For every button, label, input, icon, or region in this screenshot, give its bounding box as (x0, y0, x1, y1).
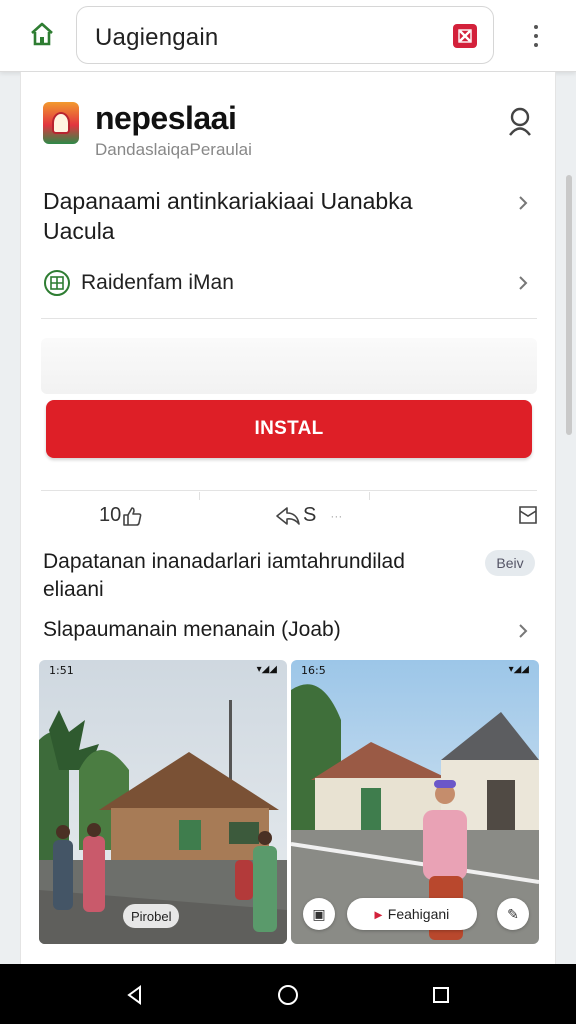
village-house-image (39, 660, 287, 944)
app-name: nepeslaai (95, 100, 237, 136)
account-icon[interactable] (505, 106, 535, 138)
app-title-row[interactable]: Dapanaami antinkariakiaai Uanabka Uacula (43, 186, 483, 246)
home-button[interactable] (24, 16, 60, 52)
browser-toolbar: Uagiengain (0, 0, 576, 72)
screenshot-thumbnail[interactable]: 16:5 ▾◢◢ ▣ ▸ Feahigani ✎ (291, 660, 539, 944)
grid-icon[interactable]: ▣ (303, 898, 335, 930)
chevron-right-icon[interactable] (515, 622, 531, 640)
like-count: 10 (99, 504, 122, 526)
share-label: S (303, 504, 317, 526)
screenshot-caption: Pirobel (123, 904, 180, 928)
recents-icon[interactable] (428, 982, 454, 1008)
bookmark-icon[interactable] (517, 504, 539, 526)
status-signal: ▾◢◢ (508, 664, 529, 675)
edit-icon[interactable]: ✎ (497, 898, 529, 930)
like-button[interactable]: 10 (99, 504, 143, 527)
address-text: Uagiengain (95, 24, 219, 51)
divider (369, 492, 370, 500)
install-button[interactable]: INSTAL (46, 400, 532, 458)
divider (41, 318, 537, 319)
status-signal: ▾◢◢ (256, 664, 277, 675)
system-nav-bar (0, 964, 576, 1024)
site-badge-icon[interactable] (453, 24, 477, 48)
app-listing-page: nepeslaai DandaslaiqaPeraulai Dapanaami … (20, 72, 556, 964)
thumbs-up-icon (123, 506, 142, 526)
divider (41, 490, 537, 491)
stats-row: 10 S ··· (41, 492, 537, 544)
placeholder-banner (41, 338, 537, 394)
beta-badge: Beiv (485, 550, 535, 576)
more-vert-icon[interactable] (522, 18, 550, 54)
home-icon (31, 22, 53, 46)
status-time: 16:5 (301, 664, 326, 677)
screenshots-heading[interactable]: Slapaumanain menanain (Joab) (43, 618, 341, 642)
screenshot-action-pill[interactable]: ▸ Feahigani (347, 898, 477, 930)
brand-mark-icon: ▸ (374, 905, 382, 922)
more-dots: ··· (330, 508, 343, 523)
gov-info-row[interactable]: Raidenfam iMan (43, 268, 234, 298)
status-time: 1:51 (49, 664, 74, 677)
app-logo-icon (43, 102, 79, 144)
address-bar[interactable]: Uagiengain (76, 6, 494, 64)
screenshot-caption: Feahigani (387, 906, 450, 922)
app-description: Dapatanan inanadarlari iamtahrundilad el… (43, 550, 405, 601)
divider (199, 492, 200, 500)
gov-label: Raidenfam iMan (81, 271, 234, 294)
share-icon (276, 506, 300, 525)
chevron-right-icon[interactable] (515, 194, 531, 212)
screenshot-thumbnail[interactable]: 1:51 ▾◢◢ Pirobel (39, 660, 287, 944)
home-circle-icon[interactable] (275, 982, 301, 1008)
scrollbar[interactable] (566, 175, 572, 435)
share-button[interactable]: S ··· (275, 504, 342, 527)
globe-grid-icon (44, 270, 70, 296)
developer-name[interactable]: DandaslaiqaPeraulai (95, 140, 252, 160)
chevron-right-icon[interactable] (515, 274, 531, 292)
back-icon[interactable] (122, 982, 148, 1008)
